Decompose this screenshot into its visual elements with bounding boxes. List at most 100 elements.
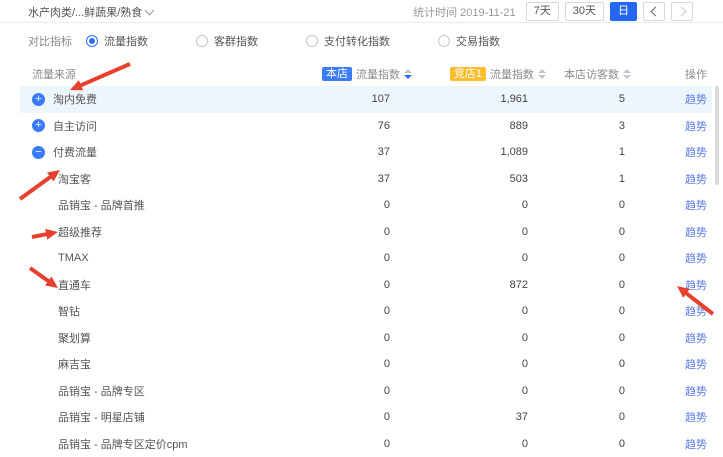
stat-time-label: 统计时间 2019-11-21: [413, 4, 516, 20]
shop-index-value: 0: [270, 411, 390, 423]
source-name: TMAX: [58, 252, 89, 264]
rival-index-value: 889: [390, 120, 528, 132]
source-name-cell: 麻吉宝: [20, 356, 270, 372]
trend-link[interactable]: 趋势: [685, 121, 707, 133]
header-action: 操作: [625, 66, 712, 82]
trend-link[interactable]: 趋势: [685, 174, 707, 186]
trend-link[interactable]: 趋势: [685, 359, 707, 371]
metric-radio-交易指数[interactable]: 交易指数: [438, 33, 500, 49]
rival-index-value: 1,961: [390, 93, 528, 105]
trend-link[interactable]: 趋势: [685, 439, 707, 451]
visitors-value: 0: [528, 332, 625, 344]
prev-day-button[interactable]: [643, 2, 665, 21]
range-button-7天[interactable]: 7天: [526, 2, 559, 21]
top-bar: 水产肉类/...鲜蔬果/熟食 统计时间 2019-11-21 7天 30天日: [0, 0, 723, 22]
source-name-cell: + 淘内免费: [20, 91, 270, 107]
shop-index-value: 0: [270, 279, 390, 291]
radio-label: 客群指数: [214, 33, 258, 49]
visitors-value: 0: [528, 279, 625, 291]
header-rival-index: 竞店1 流量指数: [390, 66, 528, 82]
table-row: 直通车 0 872 0 趋势: [20, 272, 712, 299]
rival-index-value: 0: [390, 199, 528, 211]
rival-badge: 竞店1: [450, 67, 486, 81]
rival-index-value: 872: [390, 279, 528, 291]
source-name-cell: 聚划算: [20, 330, 270, 346]
shop-index-value: 0: [270, 332, 390, 344]
source-name-cell: − 付费流量: [20, 144, 270, 160]
shop-index-value: 0: [270, 385, 390, 397]
table-row: 聚划算 0 0 0 趋势: [20, 325, 712, 352]
radio-label: 支付转化指数: [324, 33, 390, 49]
date-controls: 统计时间 2019-11-21 7天 30天日: [413, 2, 693, 21]
range-button-日[interactable]: 日: [610, 2, 637, 21]
source-name-cell: + 自主访问: [20, 118, 270, 134]
shop-badge: 本店: [322, 67, 352, 81]
trend-link[interactable]: 趋势: [685, 227, 707, 239]
radio-label: 交易指数: [456, 33, 500, 49]
rival-index-value: 0: [390, 226, 528, 238]
radio-icon: [438, 35, 450, 47]
trend-link[interactable]: 趋势: [685, 94, 707, 106]
header-shop-index: 本店 流量指数: [270, 66, 390, 82]
visitors-value: 0: [528, 199, 625, 211]
metric-radio-流量指数[interactable]: 流量指数: [86, 33, 148, 49]
visitors-value: 3: [528, 120, 625, 132]
table-row: 超级推荐 0 0 0 趋势: [20, 219, 712, 246]
trend-link[interactable]: 趋势: [685, 333, 707, 345]
range-button-group: 7天 30天日: [526, 2, 637, 21]
source-name: 品销宝 - 品牌专区定价cpm: [58, 436, 188, 452]
chevron-down-icon: [145, 6, 155, 16]
trend-link[interactable]: 趋势: [685, 306, 707, 318]
rival-index-value: 0: [390, 358, 528, 370]
visitors-value: 0: [528, 358, 625, 370]
category-breadcrumb[interactable]: 水产肉类/...鲜蔬果/熟食: [28, 4, 153, 20]
metric-radio-支付转化指数[interactable]: 支付转化指数: [306, 33, 390, 49]
scrollbar-thumb[interactable]: [715, 86, 719, 185]
visitors-value: 1: [528, 146, 625, 158]
visitors-value: 0: [528, 305, 625, 317]
trend-link[interactable]: 趋势: [685, 253, 707, 265]
shop-index-value: 0: [270, 252, 390, 264]
expand-toggle-icon[interactable]: +: [32, 119, 45, 132]
compare-metric-row: 对比指标 流量指数 客群指数 支付转化指数 交易指数: [28, 30, 548, 52]
visitors-label: 本店访客数: [564, 66, 619, 82]
metric-radio-group: 流量指数 客群指数 支付转化指数 交易指数: [86, 33, 548, 49]
visitors-value: 1: [528, 173, 625, 185]
header-visitors: 本店访客数: [528, 66, 625, 82]
source-name-cell: 品销宝 - 品牌专区: [20, 383, 270, 399]
shop-index-value: 0: [270, 358, 390, 370]
rival-index-value: 37: [390, 411, 528, 423]
trend-link[interactable]: 趋势: [685, 280, 707, 292]
table-row: 智钻 0 0 0 趋势: [20, 298, 712, 325]
source-name-cell: 品销宝 - 明星店铺: [20, 409, 270, 425]
table-row: 品销宝 - 品牌专区定价cpm 0 0 0 趋势: [20, 431, 712, 457]
source-name-cell: 品销宝 - 品牌专区定价cpm: [20, 436, 270, 452]
trend-link[interactable]: 趋势: [685, 386, 707, 398]
rival-index-value: 0: [390, 438, 528, 450]
expand-toggle-icon[interactable]: −: [32, 146, 45, 159]
next-day-button[interactable]: [671, 2, 693, 21]
trend-link[interactable]: 趋势: [685, 412, 707, 424]
rival-index-value: 0: [390, 305, 528, 317]
shop-index-value: 0: [270, 438, 390, 450]
radio-label: 流量指数: [104, 33, 148, 49]
compare-metric-label: 对比指标: [28, 33, 72, 49]
shop-index-value: 0: [270, 199, 390, 211]
rival-index-value: 0: [390, 385, 528, 397]
source-name: 付费流量: [53, 144, 97, 160]
chevron-left-icon: [650, 7, 660, 17]
expand-toggle-icon[interactable]: +: [32, 93, 45, 106]
trend-link[interactable]: 趋势: [685, 147, 707, 159]
table-row: TMAX 0 0 0 趋势: [20, 245, 712, 272]
rival-index-value: 1,089: [390, 146, 528, 158]
range-button-30天[interactable]: 30天: [565, 2, 604, 21]
table-row: 品销宝 - 明星店铺 0 37 0 趋势: [20, 404, 712, 431]
table-row: 品销宝 - 品牌专区 0 0 0 趋势: [20, 378, 712, 405]
radio-icon: [86, 35, 98, 47]
source-name: 超级推荐: [58, 224, 102, 240]
table-row: 麻吉宝 0 0 0 趋势: [20, 351, 712, 378]
metric-radio-客群指数[interactable]: 客群指数: [196, 33, 258, 49]
source-name: 自主访问: [53, 118, 97, 134]
table-row: − 付费流量 37 1,089 1 趋势: [20, 139, 712, 166]
trend-link[interactable]: 趋势: [685, 200, 707, 212]
